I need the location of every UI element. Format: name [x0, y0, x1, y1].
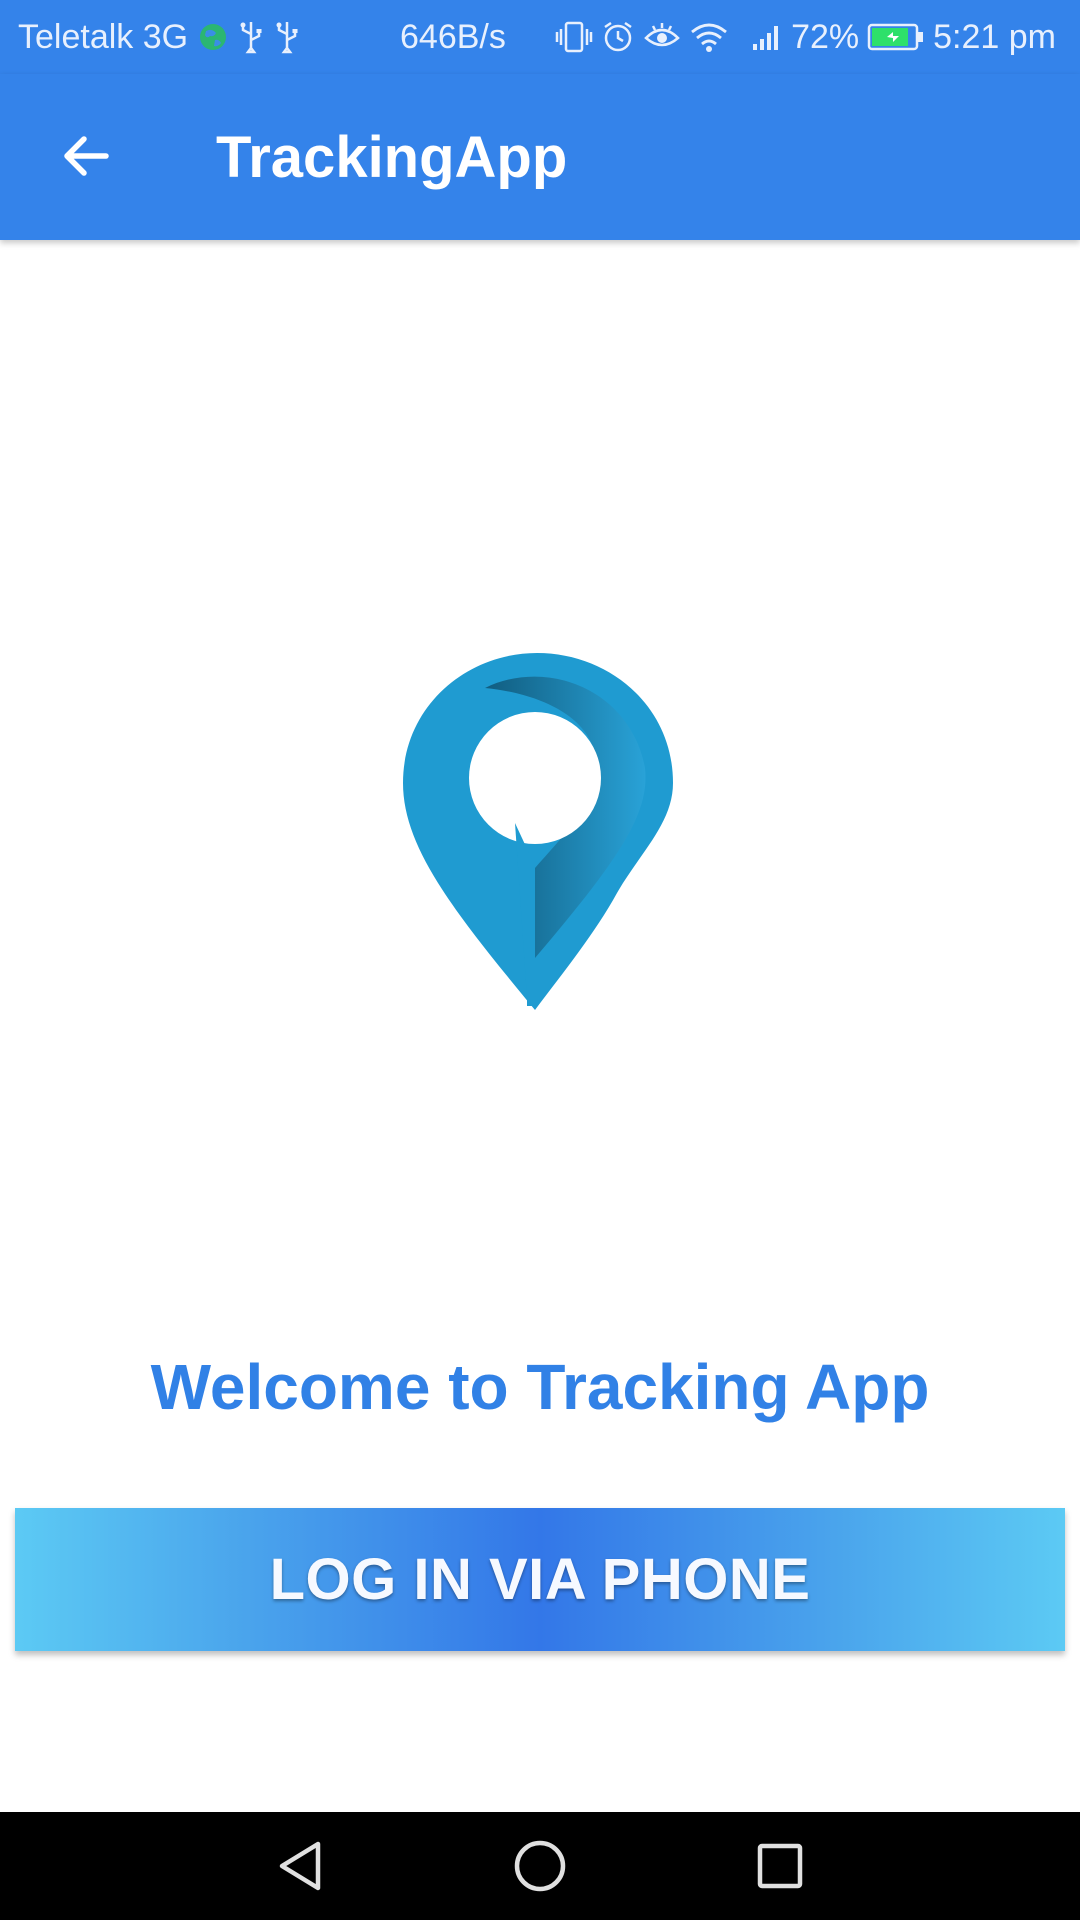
arrow-back-icon [64, 136, 109, 176]
app-title: TrackingApp [216, 124, 568, 190]
nav-home-icon [514, 1840, 566, 1892]
battery-percent: 72% [791, 17, 860, 56]
eye-icon [643, 20, 681, 54]
usb-icon [238, 20, 264, 54]
network-speed: 646B/s [400, 0, 506, 74]
alarm-icon [601, 20, 635, 54]
clock: 5:21 pm [933, 17, 1056, 56]
welcome-text: Welcome to Tracking App [150, 1351, 930, 1423]
status-bar-right: 72% 5:21 pm [555, 0, 1056, 74]
globe-icon [198, 22, 228, 52]
login-via-phone-button[interactable]: LOG IN VIA PHONE [15, 1508, 1065, 1651]
system-nav-bar [0, 1812, 1080, 1920]
wifi-icon [689, 20, 729, 54]
back-button[interactable] [44, 114, 128, 198]
nav-back-icon [279, 1841, 321, 1891]
nav-back-button[interactable] [262, 1828, 338, 1904]
signal-icon [751, 22, 783, 52]
network-speed-text: 646B/s [400, 17, 506, 56]
nav-recents-icon [757, 1843, 803, 1889]
location-pin-logo [395, 648, 685, 1018]
carrier-name: Teletalk 3G [18, 17, 189, 56]
nav-recents-button[interactable] [742, 1828, 818, 1904]
usb-icon [274, 20, 300, 54]
battery-charging-icon [867, 22, 925, 52]
status-bar-left: Teletalk 3G [18, 0, 300, 74]
app-bar: TrackingApp [0, 74, 1080, 240]
vibrate-icon [555, 20, 593, 54]
nav-home-button[interactable] [502, 1828, 578, 1904]
status-bar: Teletalk 3G 646B/s 72% 5:21 pm [0, 0, 1080, 74]
